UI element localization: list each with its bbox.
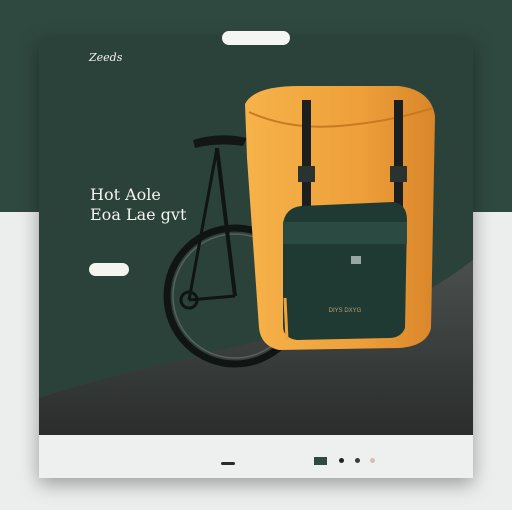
- hero-frame: DIYS DXYG Zeeds Hot Aole Eoa Lae gvt: [39, 38, 473, 478]
- cta-button[interactable]: [89, 263, 129, 276]
- footer-bar: [39, 435, 473, 478]
- headline-line: Eoa Lae gvt: [90, 205, 187, 224]
- pouch-label: DIYS DXYG: [329, 308, 362, 314]
- color-dot-black[interactable]: [339, 458, 344, 463]
- bike-saddle: [193, 135, 247, 148]
- color-dot-gray[interactable]: [355, 458, 360, 463]
- search-pill[interactable]: [222, 31, 290, 45]
- hero-illustration: DIYS DXYG: [39, 86, 473, 435]
- headline-line: Hot Aole: [90, 185, 161, 204]
- color-swatch-green[interactable]: [314, 457, 327, 465]
- footer-dash: [221, 462, 235, 465]
- brand-logo[interactable]: Zeeds: [89, 51, 122, 64]
- color-dot-pink[interactable]: [370, 458, 375, 463]
- hero-headline: Hot Aole Eoa Lae gvt: [90, 185, 230, 225]
